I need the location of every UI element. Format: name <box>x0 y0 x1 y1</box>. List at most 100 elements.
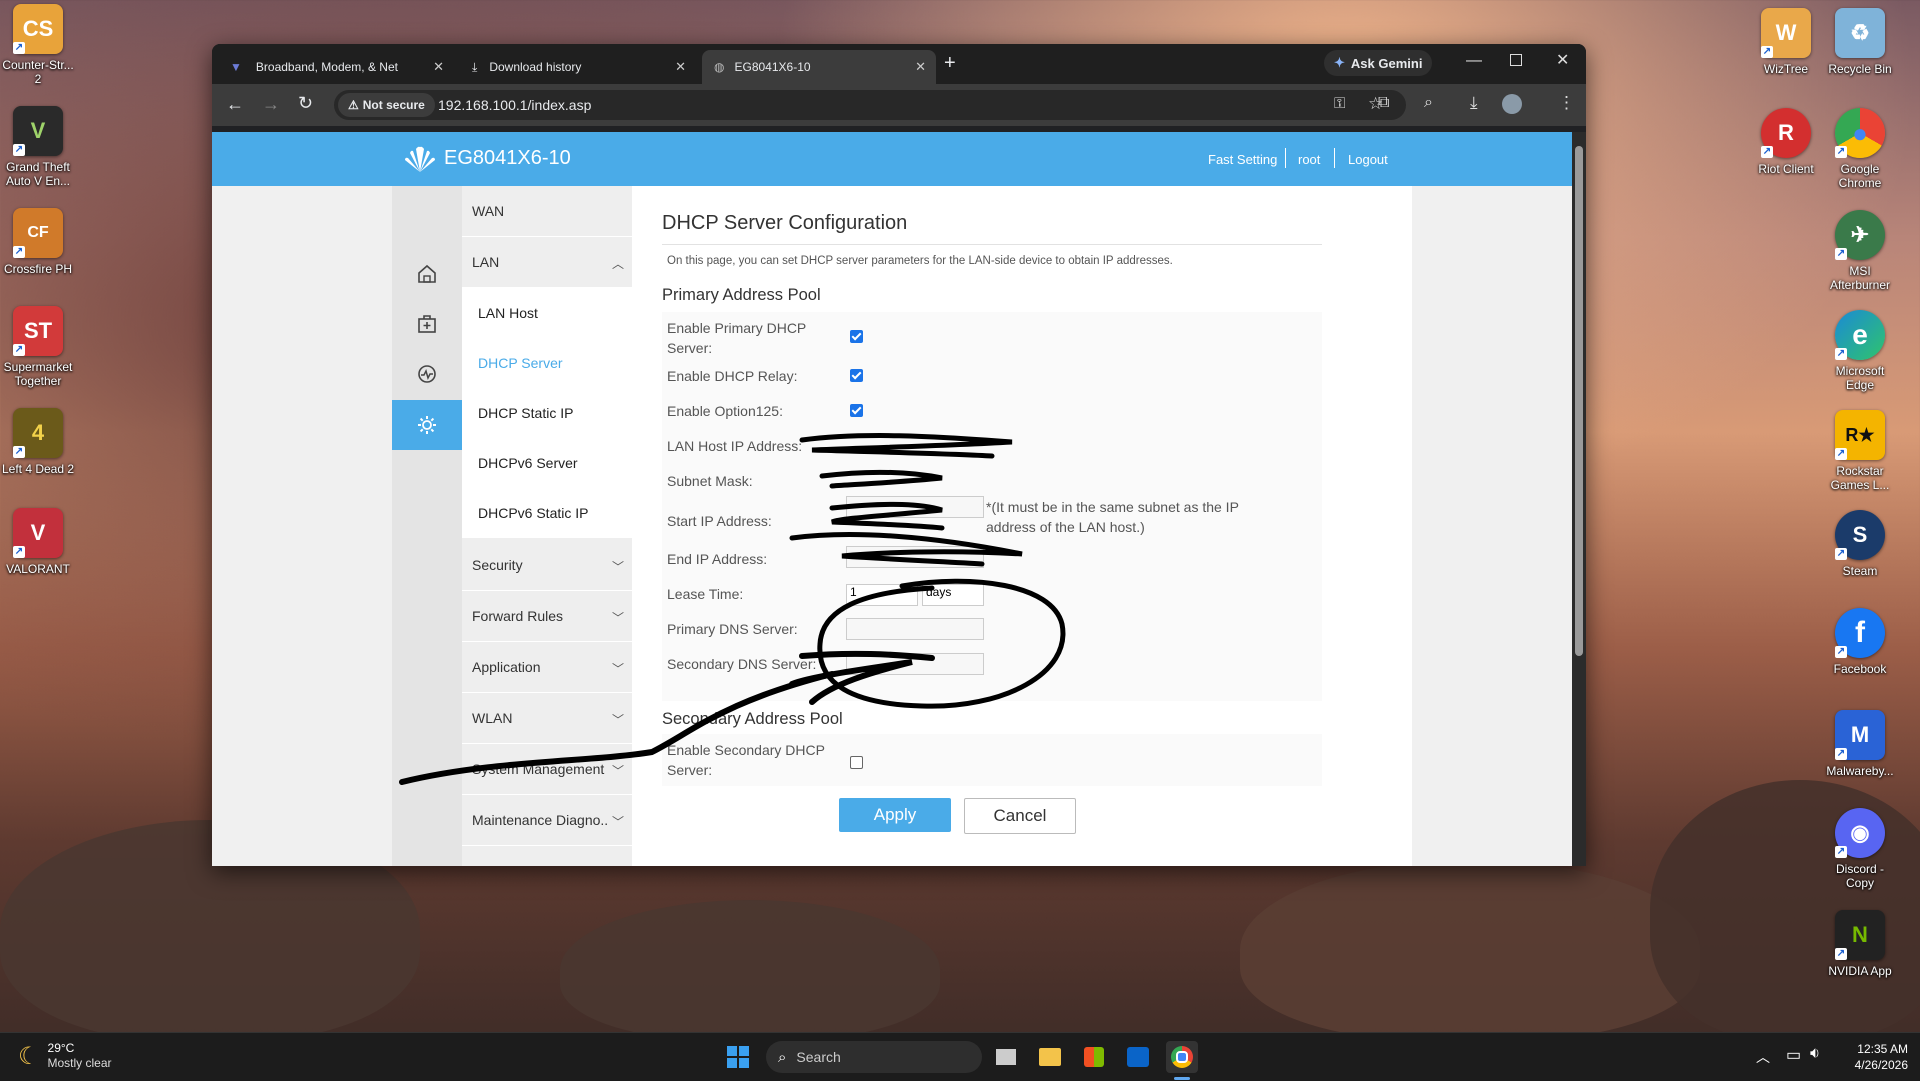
desktop-icon-wiztree[interactable]: W ↗ WizTree <box>1748 8 1824 76</box>
browser-window: ▼ Broadband, Modem, & Net ✕ ⤓ Download h… <box>212 44 1586 866</box>
desktop-icon-google-chrome[interactable]: ● ↗ Google Chrome <box>1822 108 1898 190</box>
redaction-scribble <box>789 433 1023 567</box>
primary-pool-heading: Primary Address Pool <box>662 286 821 304</box>
close-window-button[interactable]: ✕ <box>1556 50 1569 70</box>
cancel-button[interactable]: Cancel <box>964 798 1076 834</box>
desktop-icon-gta-v[interactable]: V ↗ Grand Theft Auto V En... <box>0 106 76 188</box>
chrome-taskbar-icon[interactable] <box>1166 1041 1198 1073</box>
menu-wan[interactable]: WAN <box>462 186 632 237</box>
chevron-down-icon: ﹀ <box>611 560 624 574</box>
rockstar-games-icon: R★ ↗ <box>1835 410 1885 460</box>
valorant-icon: V ↗ <box>13 508 63 558</box>
tab-download-history[interactable]: ⤓ Download history ✕ <box>460 50 696 84</box>
tab-close-icon[interactable]: ✕ <box>915 59 926 75</box>
diagnostics-icon[interactable] <box>392 350 462 398</box>
router-model: EG8041X6-10 <box>444 147 571 169</box>
desktop-icon-supermarket-together[interactable]: ST ↗ Supermarket Together <box>0 306 76 388</box>
tab-title: EG8041X6-10 <box>734 60 811 74</box>
enable-relay-label: Enable DHCP Relay: <box>667 368 798 384</box>
extensions-icon[interactable]: ⧉ <box>1378 94 1389 112</box>
profile-avatar[interactable] <box>1502 94 1522 114</box>
clock[interactable]: 12:35 AM 4/26/2026 <box>1840 1041 1908 1073</box>
submenu-dhcp-server[interactable]: DHCP Server <box>462 338 632 388</box>
malwarebytes-icon: M ↗ <box>1835 710 1885 760</box>
user-link[interactable]: root <box>1298 152 1320 167</box>
task-view-icon[interactable] <box>990 1041 1022 1073</box>
desktop-icon-crossfire[interactable]: CF ↗ Crossfire PH <box>0 208 76 276</box>
address-bar[interactable]: ⚠ Not secure 192.168.100.1/index.asp ⚿ ☆ <box>334 90 1406 120</box>
weather-widget[interactable]: ☾ 29°C Mostly clear <box>18 1041 112 1071</box>
header-divider <box>1285 148 1286 168</box>
home-icon[interactable] <box>392 250 462 298</box>
desktop-icon-left-4-dead-2[interactable]: 4 ↗ Left 4 Dead 2 <box>0 408 76 476</box>
tab-broadband[interactable]: ▼ Broadband, Modem, & Net ✕ <box>222 50 454 84</box>
menu-security[interactable]: Security ﹀ <box>462 540 632 591</box>
enable-relay-checkbox[interactable] <box>850 369 863 382</box>
network-icon[interactable]: ▭ <box>1786 1045 1801 1065</box>
back-icon[interactable]: ← <box>226 94 244 115</box>
desktop-icon-valorant[interactable]: V ↗ VALORANT <box>0 508 76 576</box>
tab-router[interactable]: ◍ EG8041X6-10 ✕ <box>702 50 936 84</box>
start-button[interactable] <box>722 1041 754 1073</box>
msi-afterburner-icon: ✈ ↗ <box>1835 210 1885 260</box>
apply-button[interactable]: Apply <box>839 798 951 832</box>
desktop-icon-steam[interactable]: S ↗ Steam <box>1822 510 1898 578</box>
tab-close-icon[interactable]: ✕ <box>675 59 686 75</box>
enable-option125-checkbox[interactable] <box>850 404 863 417</box>
taskbar-search[interactable]: ⌕ Search <box>766 1041 982 1073</box>
tab-search-icon[interactable]: ⌕ <box>1424 94 1433 112</box>
menu-kebab-icon[interactable]: ⋮ <box>1558 93 1575 113</box>
desktop-icon-facebook[interactable]: f ↗ Facebook <box>1822 608 1898 676</box>
weather-text: Mostly clear <box>47 1056 112 1070</box>
menu-maintenance-diagnosis[interactable]: Maintenance Diagno.. ﹀ <box>462 795 632 846</box>
tab-close-icon[interactable]: ✕ <box>433 59 444 75</box>
ask-gemini-button[interactable]: ✦ Ask Gemini <box>1324 50 1433 76</box>
enable-primary-label: Enable Primary DHCP Server: <box>667 320 807 356</box>
key-icon[interactable]: ⚿ <box>1334 95 1345 112</box>
settings-gear-icon[interactable] <box>392 400 462 450</box>
router-page: EG8041X6-10 Fast Setting root Logout WAN <box>212 132 1572 866</box>
desktop-icon-nvidia-app[interactable]: N ↗ NVIDIA App <box>1822 910 1898 978</box>
submenu-dhcp-static-ip[interactable]: DHCP Static IP <box>462 388 632 438</box>
reload-icon[interactable]: ↻ <box>298 93 313 114</box>
fast-setting-link[interactable]: Fast Setting <box>1208 152 1277 167</box>
desktop-icon-msi-afterburner[interactable]: ✈ ↗ MSI Afterburner <box>1822 210 1898 292</box>
chevron-down-icon: ﹀ <box>611 611 624 625</box>
security-chip[interactable]: ⚠ Not secure <box>338 93 435 117</box>
desktop-icon-counter-strike[interactable]: CS ↗ Counter-Str... 2 <box>0 4 76 86</box>
desktop-icon-rockstar-games[interactable]: R★ ↗ Rockstar Games L... <box>1822 410 1898 492</box>
recycle-bin-icon: ♻ <box>1835 8 1885 58</box>
steam-icon: S ↗ <box>1835 510 1885 560</box>
facebook-icon: f ↗ <box>1835 608 1885 658</box>
menu-lan[interactable]: LAN ︿ <box>462 237 632 288</box>
file-explorer-icon[interactable] <box>1034 1041 1066 1073</box>
submenu-lan-host[interactable]: LAN Host <box>462 288 632 338</box>
tab-title: Download history <box>489 60 582 74</box>
microsoft-store-icon[interactable] <box>1078 1041 1110 1073</box>
chevron-up-icon[interactable]: ︿ <box>1756 1047 1770 1067</box>
chevron-down-icon: ﹀ <box>611 815 624 829</box>
desktop-icon-discord[interactable]: ◉ ↗ Discord - Copy <box>1822 808 1898 890</box>
desktop-icon-riot-client[interactable]: R ↗ Riot Client <box>1748 108 1824 176</box>
desktop-icon-malwarebytes[interactable]: M ↗ Malwareby... <box>1822 710 1898 778</box>
downloads-icon[interactable]: ⤓ <box>1470 93 1478 113</box>
lease-time-label: Lease Time: <box>667 586 744 602</box>
chevron-up-icon: ︿ <box>611 257 624 271</box>
taskbar: ☾ 29°C Mostly clear ⌕ Search ︿ ▭ 🔉︎ 12:3… <box>0 1032 1920 1081</box>
maximize-button[interactable] <box>1510 54 1522 66</box>
logout-link[interactable]: Logout <box>1348 152 1388 167</box>
desktop-icon-recycle-bin[interactable]: ♻ Recycle Bin <box>1822 8 1898 76</box>
forward-icon[interactable]: → <box>262 94 280 115</box>
globe-icon: ◍ <box>714 60 725 74</box>
enable-primary-checkbox[interactable] <box>850 330 863 343</box>
outlook-icon[interactable] <box>1122 1041 1154 1073</box>
new-tab-button[interactable]: + <box>944 52 956 75</box>
minimize-button[interactable]: — <box>1466 52 1482 70</box>
volume-icon[interactable]: 🔉︎ <box>1810 1045 1820 1063</box>
scrollbar-thumb[interactable] <box>1575 146 1583 656</box>
submenu-dhcpv6-static-ip[interactable]: DHCPv6 Static IP <box>462 488 632 538</box>
submenu-dhcpv6-server[interactable]: DHCPv6 Server <box>462 438 632 488</box>
page-scrollbar[interactable] <box>1572 132 1586 866</box>
desktop-icon-microsoft-edge[interactable]: e ↗ Microsoft Edge <box>1822 310 1898 392</box>
toolbox-icon[interactable] <box>392 300 462 348</box>
